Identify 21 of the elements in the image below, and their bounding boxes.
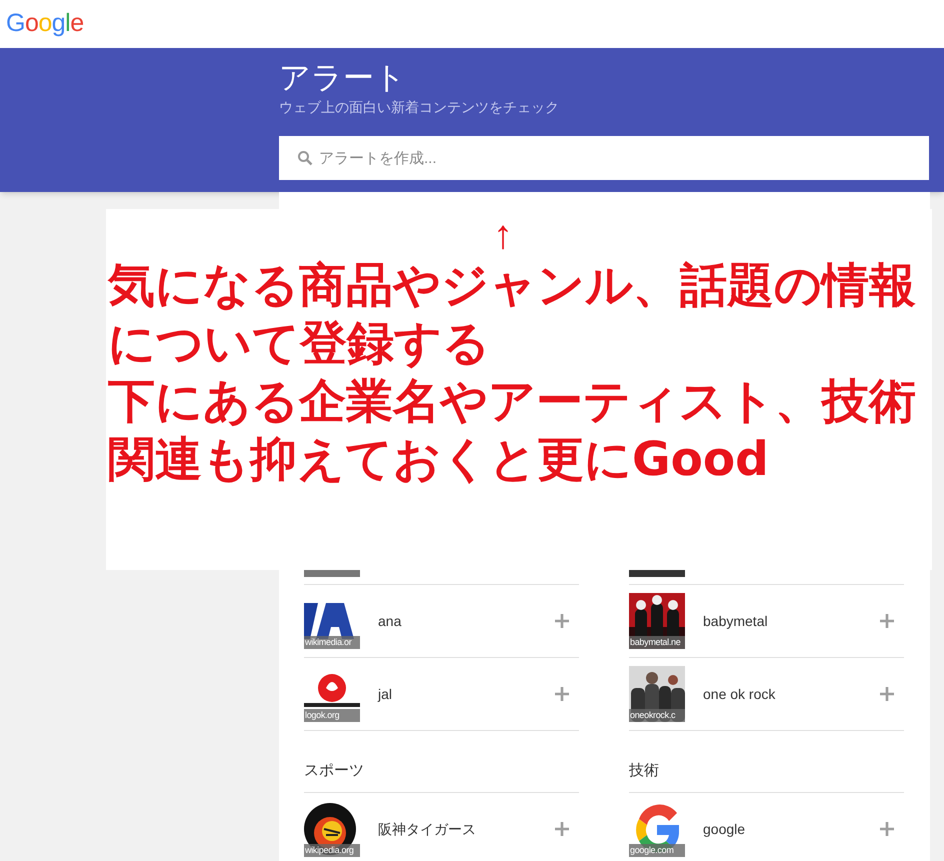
section-heading: スポーツ	[304, 760, 364, 780]
annotation-text: 気になる商品やジャンル、話題の情報について登録する	[108, 257, 917, 373]
source-label: oneokrock.c	[629, 709, 685, 722]
alert-topic: google	[703, 820, 746, 839]
source-label: logok.org	[304, 709, 360, 722]
source-label: wikimedia.or	[304, 636, 360, 649]
alert-topic: one ok rock	[703, 684, 776, 704]
alert-topic: babymetal	[703, 612, 769, 631]
annotation-text: 下にある企業名やアーティスト、技術関連も抑えておくと更にGood	[108, 373, 917, 489]
source-label: babymetal.ne	[629, 636, 685, 649]
search-field[interactable]: アラートを作成...	[279, 136, 929, 180]
annotation-arrow: ↑	[493, 213, 513, 257]
section-heading: 技術	[629, 760, 659, 780]
page-title: アラート	[279, 59, 407, 97]
page-subtitle: ウェブ上の面白い新着コンテンツをチェック	[279, 98, 560, 116]
alert-topic: 阪神タイガース	[378, 820, 477, 838]
alert-topic: jal	[378, 684, 394, 704]
source-label: google.com	[629, 844, 685, 857]
google-logo[interactable]: Google	[6, 5, 84, 43]
alert-topic: ana	[378, 612, 402, 630]
source-label: wikipedia.org	[304, 844, 360, 857]
